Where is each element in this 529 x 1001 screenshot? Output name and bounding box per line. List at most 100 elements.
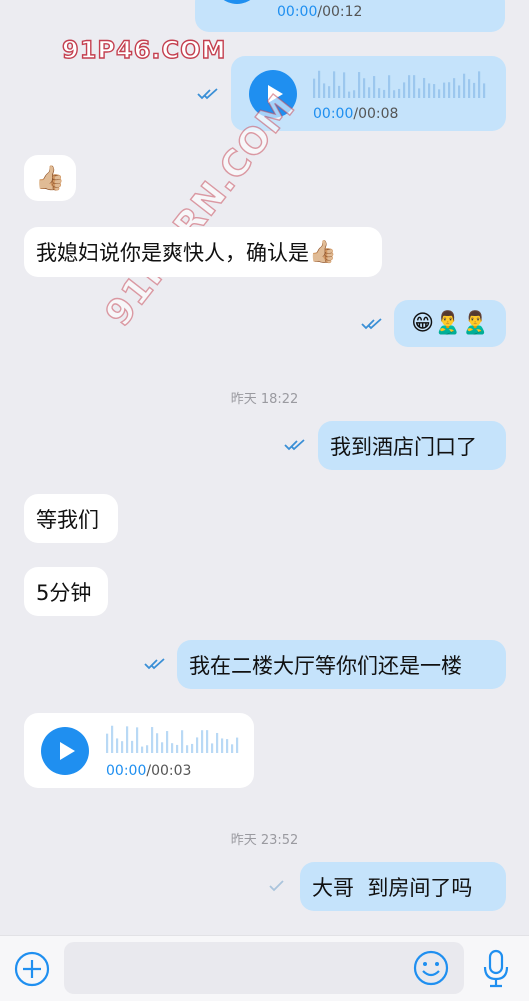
read-receipt-icon	[361, 318, 382, 330]
waveform-bar	[378, 88, 381, 98]
read-receipt-icon	[144, 658, 165, 670]
waveform-bar	[473, 82, 476, 98]
thumbs-up-emoji: 👍🏼	[35, 164, 65, 192]
waveform-bar	[176, 744, 179, 753]
waveform-bar	[313, 78, 316, 98]
waveform-bar	[126, 726, 129, 753]
play-button[interactable]	[41, 727, 89, 775]
voice-current-time: 00:00	[106, 763, 147, 779]
waveform-bar	[171, 743, 174, 753]
text-message-out[interactable]: 我在二楼大厅等你们还是一楼	[177, 640, 506, 689]
waveform-bar	[413, 75, 416, 98]
waveform-bar	[201, 730, 204, 753]
waveform-bar	[373, 76, 376, 98]
play-icon	[60, 742, 75, 760]
text-message-out[interactable]: 大哥 到房间了吗	[300, 862, 506, 911]
voice-current-time: 00:00	[277, 4, 318, 20]
waveform-bar	[161, 742, 164, 753]
message-input-bar	[0, 935, 529, 1001]
play-button[interactable]	[213, 0, 261, 4]
waveform-bar	[196, 737, 199, 753]
waveform-bar	[338, 85, 341, 98]
thumbs-up-emoji: 👍🏼	[309, 239, 337, 265]
waveform-bar	[468, 79, 471, 98]
waveform-bar	[483, 83, 486, 98]
voice-total-time: 00:12	[322, 4, 363, 20]
waveform-bar	[116, 738, 119, 753]
waveform-bar	[383, 89, 386, 98]
waveform-bar	[156, 733, 159, 753]
waveform-bar	[358, 72, 361, 98]
waveform-bar	[206, 730, 209, 753]
waveform-bar	[478, 71, 481, 98]
waveform-bar	[106, 733, 109, 753]
voice-duration: 00:00/00:12	[277, 4, 363, 20]
text-message-in[interactable]: 等我们	[24, 494, 118, 543]
waveform-bar	[393, 90, 396, 98]
waveform-bar	[151, 727, 154, 753]
voice-total-time: 00:08	[358, 106, 399, 122]
waveform-bar	[418, 88, 421, 98]
waveform-bar	[121, 741, 124, 753]
emoji-message-in[interactable]: 👍🏼	[24, 155, 76, 201]
waveform-bar	[448, 82, 451, 98]
waveform-bar	[333, 71, 336, 98]
waveform-bar	[136, 727, 139, 753]
waveform-bar	[328, 86, 331, 98]
waveform-bar	[368, 87, 371, 98]
text-message-in[interactable]: 我媳妇说你是爽快人，确认是 👍🏼	[24, 227, 382, 277]
waveform-bar	[111, 725, 114, 753]
waveform-bar	[141, 746, 144, 753]
waveform-bar	[221, 738, 224, 753]
waveform-bar	[403, 82, 406, 98]
waveform-bar	[216, 732, 219, 753]
waveform-bar	[363, 78, 366, 98]
waveform-bar	[211, 743, 214, 753]
waveform-bar	[181, 730, 184, 753]
waveform-bar	[428, 83, 431, 98]
read-receipt-icon	[197, 88, 218, 100]
waveform-bar	[191, 743, 194, 753]
waveform-bar	[453, 78, 456, 98]
message-input[interactable]	[64, 942, 464, 994]
sent-receipt-icon	[269, 880, 284, 892]
message-text: 我在二楼大厅等你们还是一楼	[189, 653, 462, 678]
waveform-icon	[313, 70, 486, 98]
waveform-bar	[231, 744, 234, 753]
waveform-bar	[323, 83, 326, 98]
voice-message-in[interactable]: 00:00/00:03	[24, 713, 254, 788]
waveform-bar	[186, 745, 189, 753]
waveform-bar	[348, 91, 351, 98]
waveform-bar	[458, 85, 461, 98]
voice-duration: 00:00/00:08	[313, 106, 399, 122]
waveform-bar	[166, 731, 169, 753]
waveform-bar	[146, 745, 149, 753]
smiley-icon[interactable]	[412, 949, 450, 987]
waveform-bar	[463, 73, 466, 98]
waveform-bar	[131, 740, 134, 753]
waveform-bar	[388, 75, 391, 98]
voice-current-time: 00:00	[313, 106, 354, 122]
waveform-bar	[343, 72, 346, 98]
voice-duration: 00:00/00:03	[106, 763, 192, 779]
microphone-icon[interactable]	[480, 948, 512, 990]
waveform-bar	[398, 88, 401, 98]
message-text: 等我们	[36, 507, 99, 532]
waveform-bar	[226, 739, 229, 753]
text-message-in[interactable]: 5分钟	[24, 567, 108, 616]
waveform-bar	[353, 90, 356, 98]
waveform-bar	[443, 82, 446, 98]
message-timestamp: 昨天 23:52	[230, 833, 299, 848]
text-message-out[interactable]: 我到酒店门口了	[318, 421, 506, 470]
message-text: 大哥 到房间了吗	[312, 875, 473, 900]
plus-circle-icon[interactable]	[13, 950, 51, 988]
waveform-bar	[438, 89, 441, 98]
emoji-message-out[interactable]: 😁🙎‍♂️🙎‍♂️	[394, 300, 506, 347]
waveform-icon	[106, 725, 239, 753]
watermark-logo: 91P46.COM	[61, 35, 227, 64]
read-receipt-icon	[284, 439, 305, 451]
emoji-sequence: 😁🙎‍♂️🙎‍♂️	[411, 311, 489, 336]
waveform-bar	[318, 70, 321, 98]
voice-message-out[interactable]: 00:00/00:12	[195, 0, 505, 32]
waveform-bar	[236, 737, 239, 753]
